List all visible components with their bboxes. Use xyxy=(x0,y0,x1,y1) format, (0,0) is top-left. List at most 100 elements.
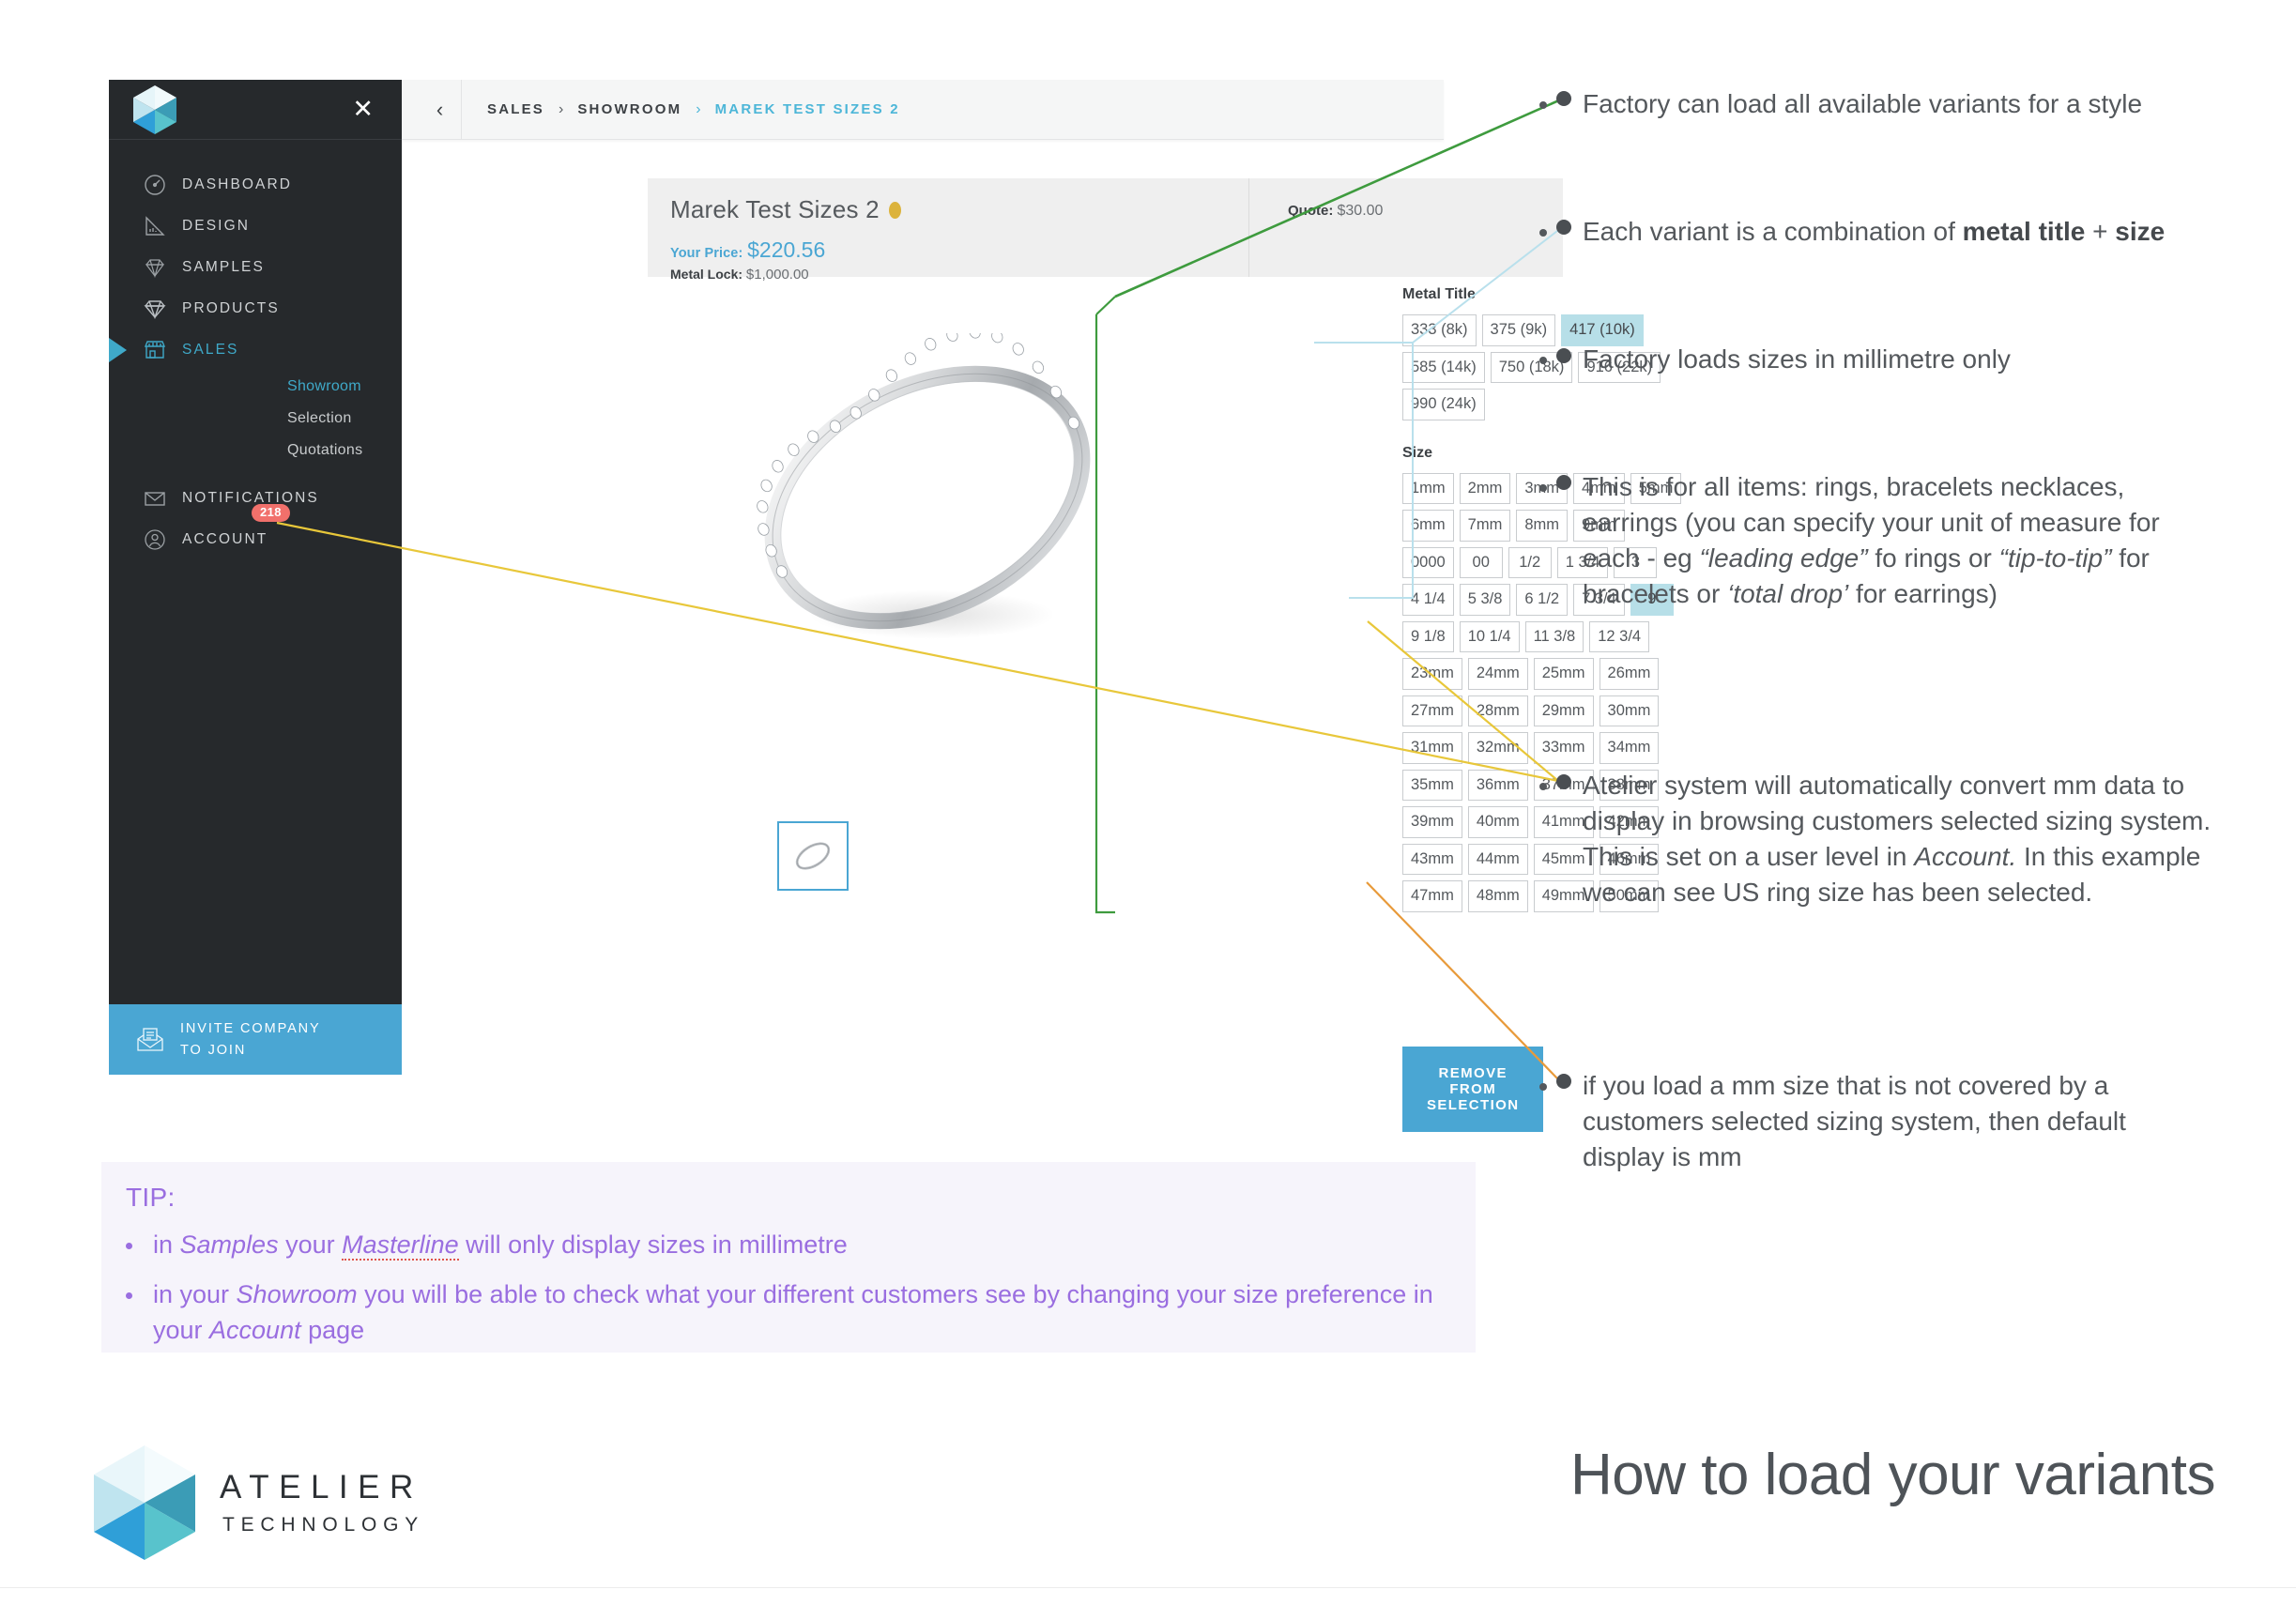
size-chip[interactable]: 30mm xyxy=(1599,695,1660,726)
size-chip[interactable]: 6mm xyxy=(1402,510,1454,542)
sidebar-subitem-selection[interactable]: Selection xyxy=(109,403,402,435)
sidebar-item-label: DASHBOARD xyxy=(182,176,293,192)
metal-lock-value: $1,000.00 xyxy=(745,267,809,283)
size-chip[interactable]: 0000 xyxy=(1402,546,1454,578)
metal-chip[interactable]: 333 (8k) xyxy=(1402,314,1477,346)
size-chip[interactable]: 40mm xyxy=(1467,806,1528,838)
size-chip[interactable]: 47mm xyxy=(1402,880,1462,912)
annotation-text: Factory loads sizes in millimetre only xyxy=(1583,344,2011,374)
ruler-triangle-icon xyxy=(143,214,176,238)
bullet-dot-icon xyxy=(1539,484,1547,492)
size-chip[interactable]: 25mm xyxy=(1533,658,1594,690)
metal-chip[interactable]: 585 (14k) xyxy=(1402,351,1485,383)
size-chip[interactable]: 5 3/8 xyxy=(1459,584,1511,616)
annotation-item-3: Factory loads sizes in millimetre only xyxy=(1539,342,2213,377)
annotation-text: Factory can load all available variants … xyxy=(1583,89,2143,118)
footer-brand-text: ATELIER TECHNOLOGY xyxy=(220,1471,424,1535)
breadcrumb-item-sales[interactable]: SALES xyxy=(487,101,544,117)
size-chip[interactable]: 11 3/8 xyxy=(1524,620,1584,652)
size-chip[interactable]: 12 3/4 xyxy=(1589,620,1650,652)
chip-row: 31mm 32mm 33mm 34mm xyxy=(1402,732,1684,764)
sidebar-subitem-showroom[interactable]: Showroom xyxy=(109,371,402,403)
size-chip[interactable]: 33mm xyxy=(1533,732,1594,764)
tip-text: in your Showroom you will be able to che… xyxy=(153,1280,1433,1344)
quote-value: $30.00 xyxy=(1337,203,1384,219)
remove-from-selection-button[interactable]: REMOVE FROM SELECTION xyxy=(1402,1047,1544,1132)
size-chip[interactable]: 31mm xyxy=(1402,732,1462,764)
sidebar-item-sales[interactable]: SALES xyxy=(109,329,402,371)
annotation-item-6: if you load a mm size that is not covere… xyxy=(1539,1068,2213,1175)
breadcrumb-separator-icon: › xyxy=(559,100,564,117)
size-chip[interactable]: 27mm xyxy=(1402,695,1462,726)
chip-row: 23mm 24mm 25mm 26mm xyxy=(1402,658,1684,690)
footer-brand: ATELIER TECHNOLOGY xyxy=(94,1445,424,1560)
annotation-text: Atelier system will automatically conver… xyxy=(1583,771,2212,908)
metal-chip[interactable]: 990 (24k) xyxy=(1402,389,1485,420)
annotation-text: This is for all items: rings, bracelets … xyxy=(1583,472,2160,609)
sidebar-item-account[interactable]: ACCOUNT xyxy=(109,519,402,560)
size-chip[interactable]: 29mm xyxy=(1533,695,1594,726)
size-chip[interactable]: 2mm xyxy=(1459,472,1511,504)
sidebar-item-products[interactable]: PRODUCTS xyxy=(109,288,402,329)
size-chip[interactable]: 23mm xyxy=(1402,658,1462,690)
atelier-hexagon-logo-icon xyxy=(94,1445,195,1560)
app-main-pane: ‹ SALES › SHOWROOM › MAREK TEST SIZES 2 … xyxy=(402,79,1682,1132)
your-price-label: Your Price: xyxy=(670,246,743,261)
tip-callout-box: TIP: in Samples your Masterline will onl… xyxy=(101,1162,1476,1353)
size-chip[interactable]: 39mm xyxy=(1402,806,1462,838)
sidebar-item-samples[interactable]: SAMPLES xyxy=(109,247,402,288)
size-chip[interactable]: 9 1/8 xyxy=(1402,620,1454,652)
size-chip[interactable]: 1mm xyxy=(1402,472,1454,504)
size-chip[interactable]: 35mm xyxy=(1402,769,1462,801)
product-thumbnail[interactable] xyxy=(777,821,849,891)
size-chip[interactable]: 10 1/4 xyxy=(1459,620,1520,652)
size-chip[interactable]: 43mm xyxy=(1402,843,1462,875)
size-chip[interactable]: 4 1/4 xyxy=(1402,584,1454,616)
active-indicator-arrow xyxy=(109,338,127,362)
gem-outline-icon xyxy=(143,255,176,280)
bullet-dot-icon xyxy=(126,1292,132,1300)
size-chip[interactable]: 34mm xyxy=(1599,732,1660,764)
breadcrumb: ‹ SALES › SHOWROOM › MAREK TEST SIZES 2 xyxy=(402,79,1444,140)
sidebar-item-dashboard[interactable]: DASHBOARD xyxy=(109,164,402,206)
breadcrumb-separator-icon: › xyxy=(696,100,701,117)
annotation-item-4: This is for all items: rings, bracelets … xyxy=(1539,469,2213,612)
chip-row: 27mm 28mm 29mm 30mm xyxy=(1402,695,1684,726)
size-chip[interactable]: 28mm xyxy=(1467,695,1528,726)
gem-filled-icon xyxy=(143,297,176,321)
page-title: Marek Test Sizes 2 xyxy=(670,195,901,224)
sidebar-nav: DASHBOARD DESIGN SAMPLES PRODUCTS SALES … xyxy=(109,140,402,560)
size-chip[interactable]: 26mm xyxy=(1599,658,1660,690)
sidebar-item-design[interactable]: DESIGN xyxy=(109,206,402,247)
size-chip[interactable]: 24mm xyxy=(1467,658,1528,690)
annotation-text: Each variant is a combination of metal t… xyxy=(1583,217,2166,246)
invite-line-1: INVITE COMPANY xyxy=(180,1021,321,1037)
app-sidebar: ✕ DASHBOARD DESIGN SAMPLES PRODUCTS SALE… xyxy=(109,80,402,1075)
size-chip[interactable]: 7mm xyxy=(1459,510,1511,542)
size-chip[interactable]: 48mm xyxy=(1467,880,1528,912)
bullet-dot-icon xyxy=(1539,357,1547,364)
product-summary-left: Marek Test Sizes 2 Your Price: $220.56 M… xyxy=(670,195,901,283)
tip-bullet-2: in your Showroom you will be able to che… xyxy=(126,1277,1451,1348)
atelier-app-window: ✕ DASHBOARD DESIGN SAMPLES PRODUCTS SALE… xyxy=(109,79,1682,1132)
size-chip[interactable]: 00 xyxy=(1459,546,1503,578)
size-chip[interactable]: 32mm xyxy=(1467,732,1528,764)
size-chip[interactable]: 36mm xyxy=(1467,769,1528,801)
footer-divider xyxy=(0,1587,2296,1588)
sidebar-subitem-label: Selection xyxy=(287,410,352,426)
sidebar-item-notifications[interactable]: NOTIFICATIONS 218 xyxy=(109,478,402,523)
sidebar-subitem-label: Showroom xyxy=(287,378,361,394)
sidebar-item-label: PRODUCTS xyxy=(182,300,280,316)
chevron-left-icon[interactable]: ‹ xyxy=(419,79,462,140)
gauge-icon xyxy=(143,173,176,197)
breadcrumb-item-showroom[interactable]: SHOWROOM xyxy=(577,101,681,117)
card-divider xyxy=(1248,178,1249,277)
atelier-hexagon-logo-icon xyxy=(133,84,176,134)
sidebar-subitem-quotations[interactable]: Quotations xyxy=(109,435,402,466)
invite-company-button[interactable]: INVITE COMPANY TO JOIN xyxy=(109,1004,402,1075)
size-chip[interactable]: 44mm xyxy=(1467,843,1528,875)
annotation-text: if you load a mm size that is not covere… xyxy=(1583,1071,2126,1172)
size-heading: Size xyxy=(1402,444,1433,461)
close-icon[interactable]: ✕ xyxy=(352,97,374,122)
user-circle-icon xyxy=(143,527,176,552)
